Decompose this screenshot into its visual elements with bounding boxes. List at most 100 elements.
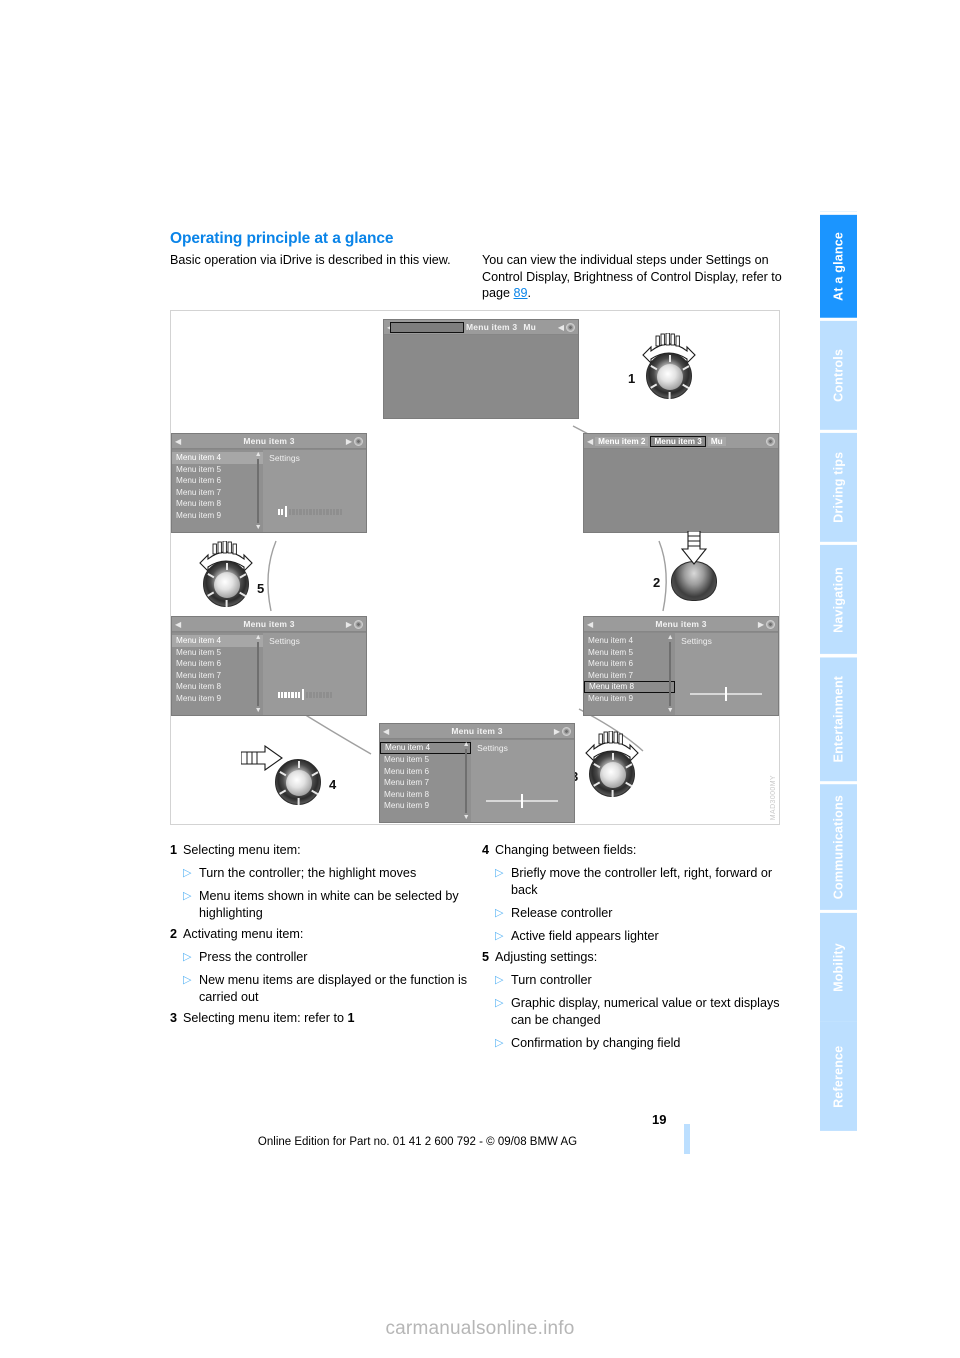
list-item[interactable]: Menu item 9	[172, 510, 263, 522]
step-sub-text: Release controller	[511, 906, 613, 920]
list-item[interactable]: Menu item 7	[380, 777, 471, 789]
sidebar-tab-driving-tips[interactable]: Driving tips	[820, 429, 857, 542]
triangle-bullet-icon: ▷	[183, 974, 192, 986]
site-watermark: carmanualsonline.info	[385, 1318, 575, 1339]
triangle-bullet-icon: ▷	[183, 951, 192, 963]
screen-right-upper-body	[584, 450, 778, 532]
screen-right-upper: ◀ Menu item 2 Menu item 3 Mu ◉	[583, 433, 779, 533]
settings-label: Settings	[269, 636, 300, 646]
step-cross-reference: 1	[347, 1011, 355, 1025]
globe-icon: ◉	[354, 620, 363, 629]
list-item[interactable]: Menu item 5	[584, 647, 675, 659]
step-sub-item: ▷ Release controller	[482, 905, 782, 922]
list-item[interactable]: Menu item 7	[584, 670, 675, 682]
controller-4-number: 4	[329, 777, 337, 792]
controller-4: 4	[241, 745, 336, 805]
globe-icon: ◉	[566, 323, 575, 332]
list-item[interactable]: Menu item 7	[172, 670, 263, 682]
screen-left-upper-title: Menu item 3	[243, 436, 295, 446]
scrollbar[interactable]: ▲ ▼	[254, 634, 262, 714]
list-item[interactable]: Menu item 5	[380, 754, 471, 766]
screen-bottom-center-header: ◀ Menu item 3 ▶ ◉	[380, 724, 574, 739]
list-item[interactable]: Menu item 5	[172, 647, 263, 659]
page-number: 19	[652, 1112, 667, 1127]
scrollbar[interactable]: ▲ ▼	[666, 634, 674, 714]
press-down-arrow-icon	[680, 531, 708, 565]
screen-top-body	[384, 336, 578, 418]
sidebar-tab-navigation[interactable]: Navigation	[820, 541, 857, 654]
intro-left-column: Basic operation via iDrive is described …	[170, 252, 460, 269]
list-item[interactable]: Menu item 6	[172, 658, 263, 670]
intro-left-text: Basic operation via iDrive is described …	[170, 253, 451, 267]
move-sideways-arrow-icon	[241, 745, 283, 771]
step-text: Selecting menu item:	[183, 843, 301, 857]
list-item-highlighted[interactable]: Menu item 4	[380, 742, 472, 754]
step-sub-item: ▷ Turn the controller; the highlight move…	[170, 865, 470, 882]
screen-right-lower-header: ◀ Menu item 3 ▶ ◉	[584, 617, 778, 632]
scroll-down-icon: ▼	[254, 707, 262, 714]
sidebar-tab-communications[interactable]: Communications	[820, 780, 857, 911]
globe-icon: ◉	[354, 437, 363, 446]
list-item[interactable]: Menu item 6	[172, 475, 263, 487]
list-item[interactable]: Menu item 4	[584, 635, 675, 647]
tab-menu-item-3-active[interactable]: Menu item 3	[650, 435, 706, 447]
list-item[interactable]: Menu item 7	[172, 487, 263, 499]
sidebar-tab-entertainment[interactable]: Entertainment	[820, 653, 857, 781]
page-reference-link[interactable]: 89	[514, 286, 528, 300]
list-item[interactable]: Menu item 9	[584, 693, 675, 705]
controller-knob-icon	[589, 751, 635, 797]
scrollbar[interactable]: ▲ ▼	[255, 451, 262, 531]
sidebar-tab-reference[interactable]: Reference	[820, 1022, 857, 1131]
tab-menu-item-2[interactable]: Menu item 2	[595, 436, 649, 446]
triangle-bullet-icon: ▷	[183, 867, 192, 879]
list-item[interactable]: Menu item 9	[380, 800, 471, 812]
controller-knob-icon	[275, 759, 321, 805]
step-sub-item: ▷ Menu items shown in white can be select…	[170, 888, 470, 922]
screen-bottom-center: ◀ Menu item 3 ▶ ◉ Menu item 4 Menu item …	[379, 723, 575, 823]
list-item[interactable]: Menu item 8	[380, 789, 471, 801]
slider-knob[interactable]	[520, 794, 523, 808]
list-item[interactable]: Menu item 6	[380, 766, 471, 778]
chevron-right-icon: ▶	[345, 436, 352, 446]
step-sub-text: Confirmation by changing field	[511, 1036, 681, 1050]
tab-menu-item-partial[interactable]: Mu	[707, 436, 726, 446]
controller-knob-icon	[646, 353, 692, 399]
step-text: Adjusting settings:	[495, 950, 598, 964]
step-sub-item: ▷ Turn controller	[482, 972, 782, 989]
screen-left-upper-header: ◀ Menu item 3 ▶ ◉	[172, 434, 366, 449]
step-sub-text: Active field appears lighter	[511, 929, 659, 943]
list-item[interactable]: Menu item 8	[172, 681, 263, 693]
screen-left-lower-header: ◀ Menu item 3 ▶ ◉	[172, 617, 366, 632]
screen-bottom-center-body: Menu item 4 Menu item 5 Menu item 6 Menu…	[380, 740, 574, 822]
bar-gauge-7[interactable]	[277, 689, 348, 700]
step-sub-text: Turn controller	[511, 973, 592, 987]
intro-right-after: .	[527, 286, 532, 301]
screen-bottom-center-title: Menu item 3	[451, 726, 503, 736]
scroll-up-icon: ▲	[666, 634, 674, 641]
bar-gauge-2[interactable]	[277, 506, 348, 517]
step-number: 4	[482, 843, 490, 857]
slider-knob[interactable]	[724, 687, 727, 701]
controller-knob-icon	[203, 561, 249, 607]
list-item[interactable]: Menu item 5	[172, 464, 263, 476]
screen-right-lower: ◀ Menu item 3 ▶ ◉ Menu item 4 Menu item …	[583, 616, 779, 716]
settings-pane: Settings	[471, 740, 574, 822]
list-item[interactable]: Menu item 8	[172, 498, 263, 510]
list-item-highlighted[interactable]: Menu item 4	[172, 635, 264, 647]
triangle-bullet-icon: ▷	[495, 997, 504, 1009]
step-number: 5	[482, 950, 490, 964]
scrollbar[interactable]: ▲ ▼	[463, 741, 470, 821]
list-item[interactable]: Menu item 9	[172, 693, 263, 705]
sidebar-tab-mobility[interactable]: Mobility	[820, 910, 857, 1023]
screen-top-header: ◀ Menu item 3 Mu ◀ ◉	[384, 320, 578, 335]
list-item-highlighted[interactable]: Menu item 4	[172, 452, 264, 464]
screen-right-lower-title: Menu item 3	[655, 619, 707, 629]
step-item: 4 Changing between fields:	[482, 842, 782, 859]
menu-list: Menu item 4 Menu item 5 Menu item 6 Menu…	[172, 450, 264, 532]
controller-1-number: 1	[628, 371, 636, 386]
sidebar-tab-controls[interactable]: Controls	[820, 317, 857, 430]
list-item[interactable]: Menu item 6	[584, 658, 675, 670]
list-item-highlighted[interactable]: Menu item 8	[584, 681, 676, 693]
sidebar-tab-label: Reference	[831, 1045, 846, 1108]
sidebar-tab-at-a-glance[interactable]: At a glance	[820, 212, 857, 318]
